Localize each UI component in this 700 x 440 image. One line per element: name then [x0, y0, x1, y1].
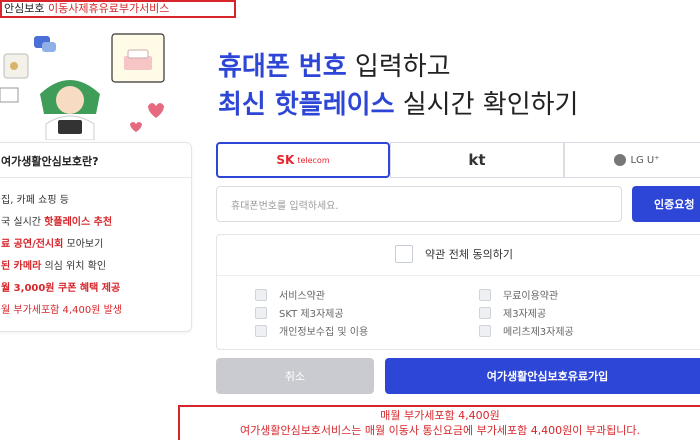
info-line-text: 모아보기 — [63, 239, 104, 250]
info-line-highlight: 월 3,000원 쿠폰 혜택 제공 — [1, 283, 121, 294]
skt-logo-sub: telecom — [297, 155, 330, 165]
term-checkbox[interactable] — [479, 324, 491, 337]
headline-line-1: 휴대폰 번호 입력하고 — [218, 48, 700, 86]
info-card-divider — [0, 177, 191, 178]
info-line: 국 실시간 핫플레이스 추천 — [1, 213, 112, 228]
term-label: 개인정보수집 및 이용 — [279, 327, 369, 338]
info-line: 월 부가세포함 4,400원 발생 — [1, 301, 122, 316]
terms-divider — [217, 275, 700, 276]
phone-number-input[interactable]: 휴대폰번호를 입력하세요. — [216, 186, 622, 222]
agree-all-label: 약관 전체 동의하기 — [425, 248, 513, 261]
info-card-title: 여가생활안심보호란? — [1, 155, 99, 168]
term-checkbox[interactable] — [479, 306, 491, 319]
fee-notice-line-2: 여가생활안심보호서비스는 매월 이동사 통신요금에 부가세포함 4,400원이 … — [239, 424, 641, 437]
carrier-tab-lgu[interactable]: LG U⁺ — [564, 142, 700, 178]
top-notice: 안심보호 이동사제휴유료부가서비스 — [0, 0, 236, 18]
map-tile-icon — [3, 53, 29, 79]
term-label: 무료이용약관 — [503, 291, 559, 302]
info-line-highlight: 된 카메라 — [1, 261, 42, 272]
verify-request-button[interactable]: 인증요청 — [632, 186, 700, 222]
subscribe-button[interactable]: 여가생활안심보호유료가입 — [385, 358, 700, 394]
headline-line2-accent: 최신 핫플레이스 — [218, 90, 395, 120]
cancel-button[interactable]: 취소 — [216, 358, 374, 394]
carrier-tab-kt[interactable]: kt — [390, 142, 564, 178]
lgu-logo-text: LG U⁺ — [630, 154, 660, 166]
skt-logo: SK telecom — [276, 153, 329, 167]
heart-icon — [130, 103, 164, 132]
phone-input-placeholder: 휴대폰번호를 입력하세요. — [231, 200, 339, 212]
top-notice-highlight: 이동사제휴유료부가서비스 — [47, 2, 170, 15]
hero-illustration — [0, 33, 165, 140]
fee-notice-line-1: 매월 부가세포함 4,400원 — [380, 409, 500, 422]
top-notice-prefix: 안심보호 — [4, 2, 45, 15]
carrier-tab-skt[interactable]: SK telecom — [216, 142, 390, 178]
term-checkbox[interactable] — [255, 306, 267, 319]
term-label: 서비스약관 — [279, 291, 325, 302]
headline-line2-rest: 실시간 확인하기 — [394, 90, 579, 120]
headline-line1-rest: 입력하고 — [346, 52, 451, 82]
service-info-card: 여가생활안심보호란? 집, 카페 쇼핑 등 국 실시간 핫플레이스 추천 료 공… — [0, 142, 192, 332]
info-line-highlight: 핫플레이스 추천 — [44, 217, 113, 228]
agree-all-checkbox[interactable] — [395, 245, 413, 263]
subscribe-button-label: 여가생활안심보호유료가입 — [486, 370, 609, 383]
cancel-button-label: 취소 — [284, 370, 306, 383]
info-line: 된 카메라 의심 위치 확인 — [1, 257, 106, 272]
headline-line-2: 최신 핫플레이스 실시간 확인하기 — [218, 86, 700, 124]
info-line-text: 집, 카페 쇼핑 등 — [1, 195, 69, 206]
agree-all-row[interactable]: 약관 전체 동의하기 — [395, 245, 513, 263]
terms-agreement-box: 약관 전체 동의하기 서비스약관 무료이용약관 SKT 제3자제공 제3자제공 … — [216, 234, 700, 350]
info-line: 집, 카페 쇼핑 등 — [1, 191, 69, 206]
term-checkbox[interactable] — [255, 288, 267, 301]
term-label: 메리츠제3자제공 — [503, 327, 574, 338]
picture-frame-icon — [0, 87, 19, 103]
term-checkbox[interactable] — [479, 288, 491, 301]
fee-notice: 매월 부가세포함 4,400원 여가생활안심보호서비스는 매월 이동사 통신요금… — [178, 405, 700, 440]
chat-bubble-icon — [34, 36, 56, 52]
term-item[interactable]: 메리츠제3자제공 — [479, 323, 574, 338]
term-item[interactable]: 서비스약관 — [255, 287, 325, 302]
headline: 휴대폰 번호 입력하고 최신 핫플레이스 실시간 확인하기 — [218, 48, 700, 124]
headline-line1-accent: 휴대폰 번호 — [218, 52, 347, 82]
term-item[interactable]: SKT 제3자제공 — [255, 305, 344, 320]
term-checkbox[interactable] — [255, 324, 267, 337]
term-item[interactable]: 무료이용약관 — [479, 287, 558, 302]
lgu-logo: LG U⁺ — [614, 154, 660, 166]
info-line-highlight: 료 공연/전시회 — [1, 239, 64, 250]
term-item[interactable]: 개인정보수집 및 이용 — [255, 323, 368, 338]
kt-logo: kt — [468, 151, 486, 169]
lgu-logo-icon — [614, 154, 627, 166]
skt-logo-brand: SK — [276, 153, 295, 167]
term-label: 제3자제공 — [503, 309, 547, 320]
info-line-text: 국 실시간 — [1, 217, 45, 228]
verify-request-label: 인증요청 — [654, 198, 695, 211]
info-line: 료 공연/전시회 모아보기 — [1, 235, 103, 250]
info-line-text: 월 부가세포함 4,400원 발생 — [1, 305, 122, 316]
term-item[interactable]: 제3자제공 — [479, 305, 546, 320]
person-icon — [40, 80, 100, 140]
term-label: SKT 제3자제공 — [279, 309, 344, 320]
info-line: 월 3,000원 쿠폰 혜택 제공 — [1, 279, 120, 294]
info-line-text: 의심 위치 확인 — [41, 261, 107, 272]
cake-photo-icon — [111, 33, 165, 83]
